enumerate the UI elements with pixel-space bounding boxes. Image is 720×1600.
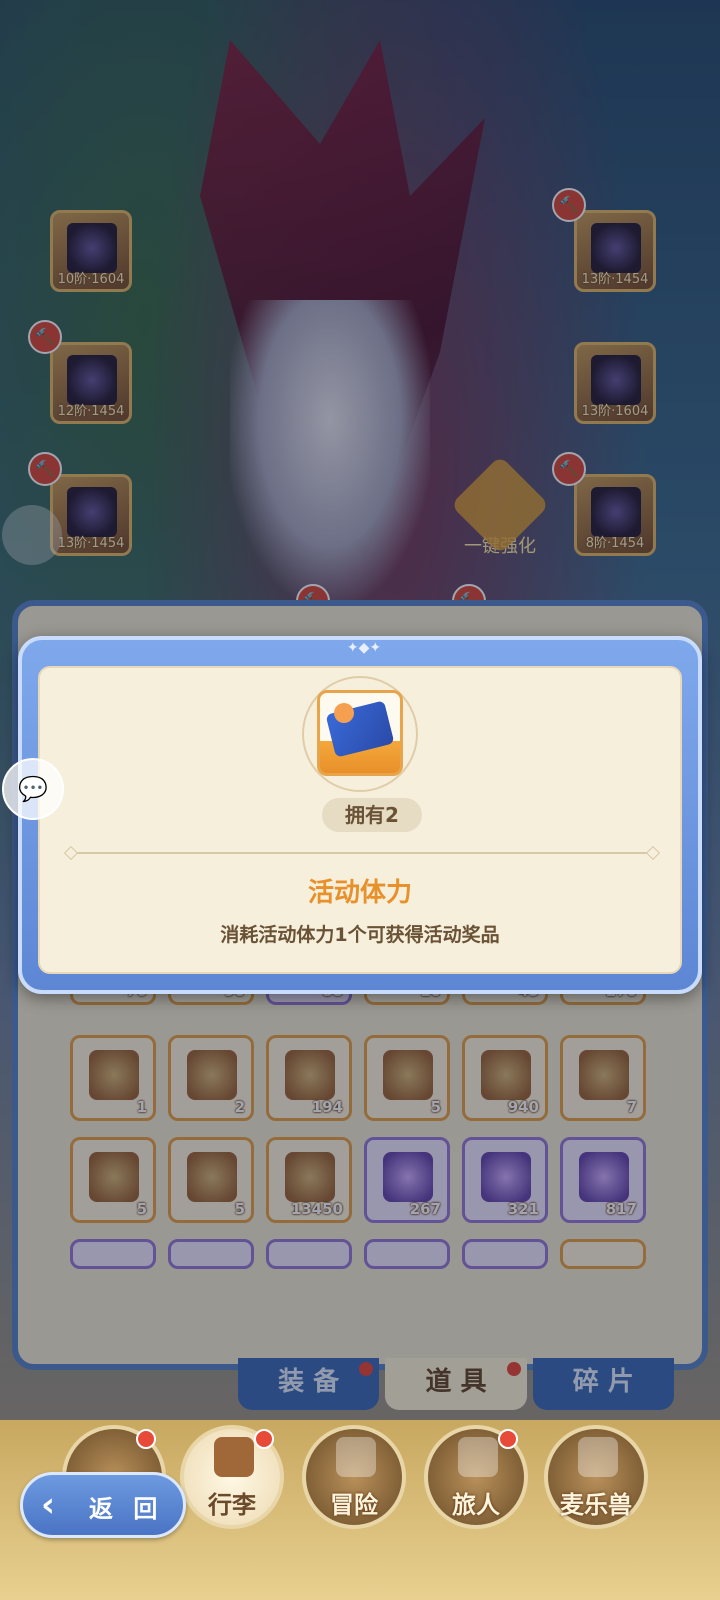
nav-label: 旅人 bbox=[452, 1491, 500, 1519]
item-frame bbox=[317, 690, 403, 776]
back-label: 返 回 bbox=[89, 1495, 164, 1523]
notification-dot bbox=[498, 1429, 518, 1449]
divider bbox=[70, 852, 654, 854]
nav-adventure[interactable]: 冒险 bbox=[302, 1425, 406, 1529]
item-detail-card: 拥有2 活动体力 消耗活动体力1个可获得活动奖品 bbox=[38, 666, 682, 974]
nav-pet[interactable]: 麦乐兽 bbox=[544, 1425, 648, 1529]
traveler-icon bbox=[458, 1437, 498, 1477]
pet-icon bbox=[578, 1437, 618, 1477]
back-button[interactable]: ‹ 返 回 bbox=[20, 1472, 186, 1538]
nav-label: 麦乐兽 bbox=[560, 1491, 632, 1519]
popup-ornament-icon: ✦◆✦ bbox=[346, 640, 382, 656]
owned-count-badge: 拥有2 bbox=[322, 798, 422, 832]
notification-dot bbox=[254, 1429, 274, 1449]
nav-traveler[interactable]: 旅人 bbox=[424, 1425, 528, 1529]
notification-dot bbox=[136, 1429, 156, 1449]
item-detail-popup: ✦◆✦ 拥有2 活动体力 消耗活动体力1个可获得活动奖品 bbox=[18, 636, 702, 994]
nav-label: 行李 bbox=[208, 1491, 256, 1519]
item-description: 消耗活动体力1个可获得活动奖品 bbox=[220, 924, 500, 946]
item-name: 活动体力 bbox=[307, 878, 412, 908]
chat-icon[interactable]: 💬 bbox=[2, 758, 64, 820]
cat-face-icon bbox=[334, 703, 354, 723]
nav-luggage[interactable]: 行李 bbox=[180, 1425, 284, 1529]
back-arrow-icon: ‹ bbox=[41, 1485, 56, 1525]
nav-label: 冒险 bbox=[330, 1491, 378, 1519]
crossed-swords-icon bbox=[336, 1437, 376, 1477]
chest-icon bbox=[214, 1437, 254, 1477]
